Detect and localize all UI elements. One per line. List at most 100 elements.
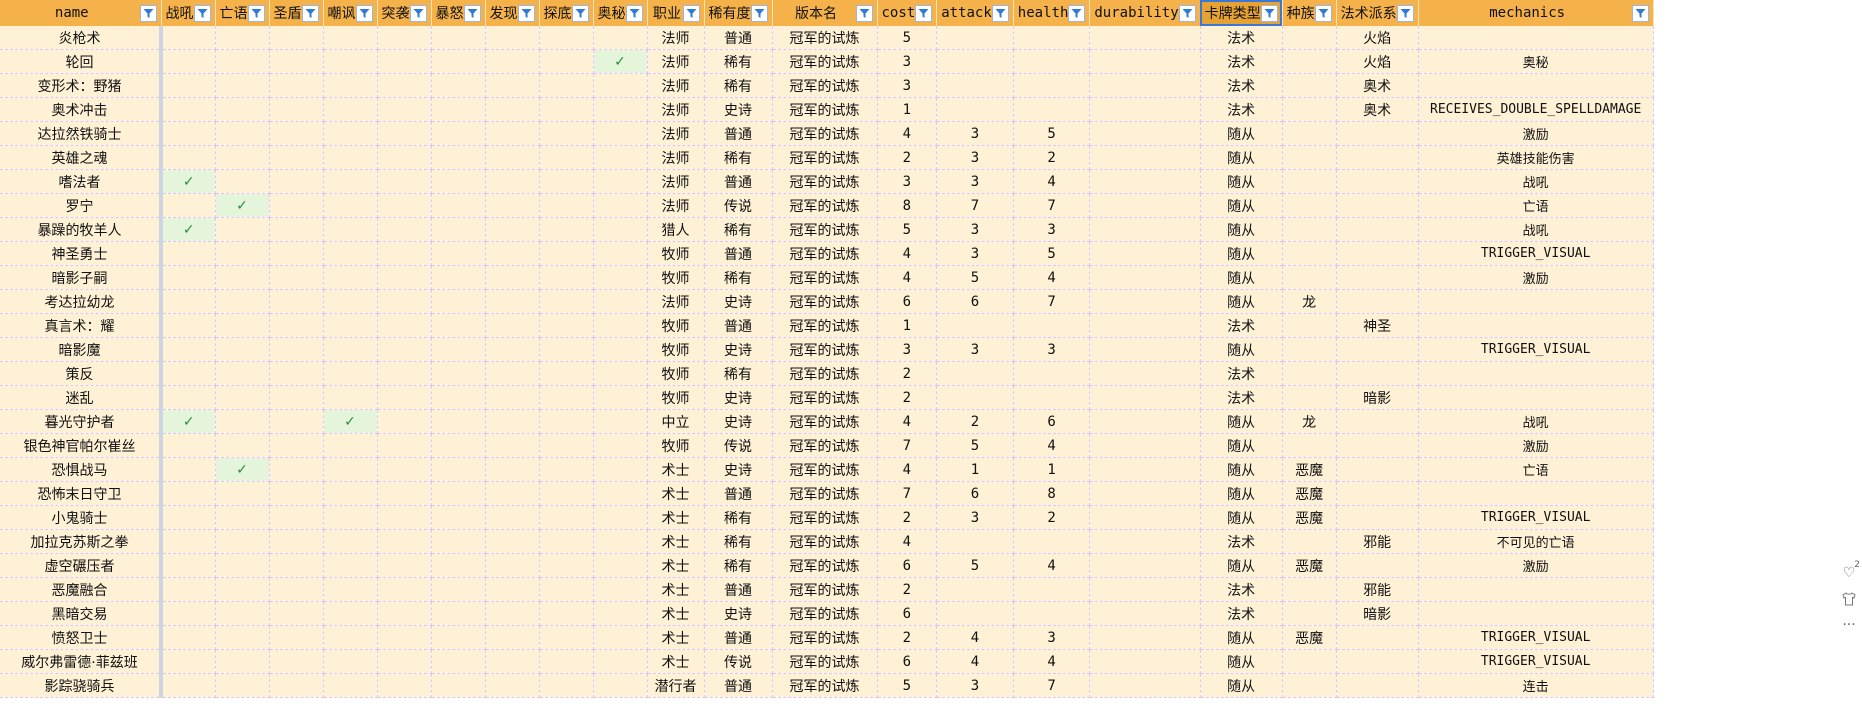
cell-divine-shield[interactable] bbox=[269, 337, 324, 362]
cell-rarity[interactable]: 普通 bbox=[704, 577, 773, 602]
cell-dredge[interactable] bbox=[539, 145, 594, 170]
cell-arcane[interactable] bbox=[593, 337, 648, 362]
cell-battlecry[interactable] bbox=[161, 457, 216, 482]
cell-school[interactable] bbox=[1336, 265, 1419, 290]
cell-divine-shield[interactable] bbox=[269, 49, 324, 74]
cell-taunt[interactable] bbox=[323, 265, 378, 290]
cell-cost[interactable]: 2 bbox=[877, 385, 938, 410]
cell-set[interactable]: 冠军的试炼 bbox=[772, 649, 878, 674]
cell-class[interactable]: 中立 bbox=[647, 409, 705, 434]
cell-mechanics[interactable]: TRIGGER_VISUAL bbox=[1418, 241, 1654, 266]
cell-cost[interactable]: 3 bbox=[877, 169, 938, 194]
cell-card-type[interactable]: 法术 bbox=[1200, 529, 1283, 554]
cell-dredge[interactable] bbox=[539, 313, 594, 338]
cell-mechanics[interactable]: 不可见的亡语 bbox=[1418, 529, 1654, 554]
cell-battlecry[interactable] bbox=[161, 577, 216, 602]
cell-battlecry[interactable] bbox=[161, 625, 216, 650]
cell-taunt[interactable] bbox=[323, 241, 378, 266]
cell-taunt[interactable] bbox=[323, 193, 378, 218]
cell-deathrattle[interactable] bbox=[215, 145, 270, 170]
cell-battlecry[interactable] bbox=[161, 433, 216, 458]
cell-dredge[interactable] bbox=[539, 409, 594, 434]
cell-discover[interactable] bbox=[485, 121, 540, 146]
cell-class[interactable]: 法师 bbox=[647, 121, 705, 146]
filter-button[interactable] bbox=[750, 4, 768, 22]
cell-attack[interactable]: 3 bbox=[936, 673, 1014, 698]
table-row[interactable]: 小鬼骑士 术士 稀有 冠军的试炼 2 3 2 随从 恶魔 TRIGGER_VISUAL bbox=[0, 505, 1654, 530]
cell-card-type[interactable]: 随从 bbox=[1200, 649, 1283, 674]
cell-class[interactable]: 法师 bbox=[647, 169, 705, 194]
cell-rush[interactable] bbox=[377, 337, 432, 362]
cell-dredge[interactable] bbox=[539, 49, 594, 74]
cell-set[interactable]: 冠军的试炼 bbox=[772, 97, 878, 122]
cell-attack[interactable] bbox=[936, 361, 1014, 386]
cell-card-type[interactable]: 随从 bbox=[1200, 289, 1283, 314]
cell-race[interactable] bbox=[1282, 265, 1337, 290]
column-header-deathrattle[interactable]: 亡语 bbox=[215, 0, 270, 26]
cell-rarity[interactable]: 传说 bbox=[704, 433, 773, 458]
cell-enrage[interactable] bbox=[431, 553, 486, 578]
cell-card-type[interactable]: 随从 bbox=[1200, 337, 1283, 362]
table-row[interactable]: 考达拉幼龙 法师 史诗 冠军的试炼 6 6 7 随从龙 bbox=[0, 289, 1654, 314]
cell-enrage[interactable] bbox=[431, 481, 486, 506]
cell-health[interactable]: 4 bbox=[1013, 649, 1091, 674]
cell-battlecry[interactable] bbox=[161, 361, 216, 386]
cell-rarity[interactable]: 普通 bbox=[704, 121, 773, 146]
cell-divine-shield[interactable] bbox=[269, 409, 324, 434]
cell-school[interactable] bbox=[1336, 649, 1419, 674]
cell-discover[interactable] bbox=[485, 577, 540, 602]
cell-rush[interactable] bbox=[377, 553, 432, 578]
cell-durability[interactable] bbox=[1089, 313, 1201, 338]
cell-race[interactable] bbox=[1282, 673, 1337, 698]
cell-school[interactable]: 暗影 bbox=[1336, 385, 1419, 410]
cell-rarity[interactable]: 稀有 bbox=[704, 49, 773, 74]
cell-battlecry[interactable] bbox=[161, 193, 216, 218]
cell-rarity[interactable]: 稀有 bbox=[704, 529, 773, 554]
cell-discover[interactable] bbox=[485, 145, 540, 170]
cell-enrage[interactable] bbox=[431, 385, 486, 410]
table-row[interactable]: 恐惧战马 ✓ 术士 史诗 冠军的试炼 4 1 1 随从 恶魔 亡语 bbox=[0, 457, 1654, 482]
cell-dredge[interactable] bbox=[539, 529, 594, 554]
cell-card-type[interactable]: 随从 bbox=[1200, 625, 1283, 650]
cell-rush[interactable] bbox=[377, 433, 432, 458]
cell-attack[interactable] bbox=[936, 385, 1014, 410]
cell-card-type[interactable]: 随从 bbox=[1200, 121, 1283, 146]
cell-class[interactable]: 法师 bbox=[647, 97, 705, 122]
cell-race[interactable] bbox=[1282, 73, 1337, 98]
cell-discover[interactable] bbox=[485, 169, 540, 194]
cell-deathrattle[interactable] bbox=[215, 601, 270, 626]
cell-race[interactable] bbox=[1282, 49, 1337, 74]
cell-arcane[interactable] bbox=[593, 145, 648, 170]
cell-enrage[interactable] bbox=[431, 193, 486, 218]
cell-attack[interactable] bbox=[936, 26, 1014, 50]
cell-arcane[interactable]: ✓ bbox=[593, 49, 648, 74]
column-header-school[interactable]: 法术派系 bbox=[1336, 0, 1419, 26]
cell-discover[interactable] bbox=[485, 601, 540, 626]
cell-cost[interactable]: 6 bbox=[877, 649, 938, 674]
cell-durability[interactable] bbox=[1089, 26, 1201, 50]
cell-rush[interactable] bbox=[377, 241, 432, 266]
cell-battlecry[interactable]: ✓ bbox=[161, 169, 216, 194]
cell-taunt[interactable] bbox=[323, 217, 378, 242]
table-row[interactable]: 影踪骁骑兵 潜行者 普通 冠军的试炼 5 3 7 随从 连击 bbox=[0, 673, 1654, 698]
cell-durability[interactable] bbox=[1089, 457, 1201, 482]
cell-school[interactable] bbox=[1336, 433, 1419, 458]
cell-cost[interactable]: 2 bbox=[877, 625, 938, 650]
cell-set[interactable]: 冠军的试炼 bbox=[772, 337, 878, 362]
cell-race[interactable] bbox=[1282, 26, 1337, 50]
cell-battlecry[interactable] bbox=[161, 553, 216, 578]
cell-dredge[interactable] bbox=[539, 601, 594, 626]
cell-taunt[interactable] bbox=[323, 433, 378, 458]
column-header-rarity[interactable]: 稀有度 bbox=[704, 0, 773, 26]
table-row[interactable]: 黑暗交易 术士 史诗 冠军的试炼 6 法术 暗影 bbox=[0, 601, 1654, 626]
cell-school[interactable] bbox=[1336, 217, 1419, 242]
cell-divine-shield[interactable] bbox=[269, 26, 324, 50]
cell-card-type[interactable]: 随从 bbox=[1200, 457, 1283, 482]
cell-cost[interactable]: 2 bbox=[877, 145, 938, 170]
table-row[interactable]: 炎枪术 法师 普通 冠军的试炼 5 法术 火焰 bbox=[0, 26, 1654, 50]
cell-name[interactable]: 炎枪术 bbox=[0, 26, 163, 50]
cell-card-type[interactable]: 法术 bbox=[1200, 97, 1283, 122]
cell-durability[interactable] bbox=[1089, 241, 1201, 266]
cell-deathrattle[interactable] bbox=[215, 337, 270, 362]
column-header-health[interactable]: health bbox=[1013, 0, 1091, 26]
